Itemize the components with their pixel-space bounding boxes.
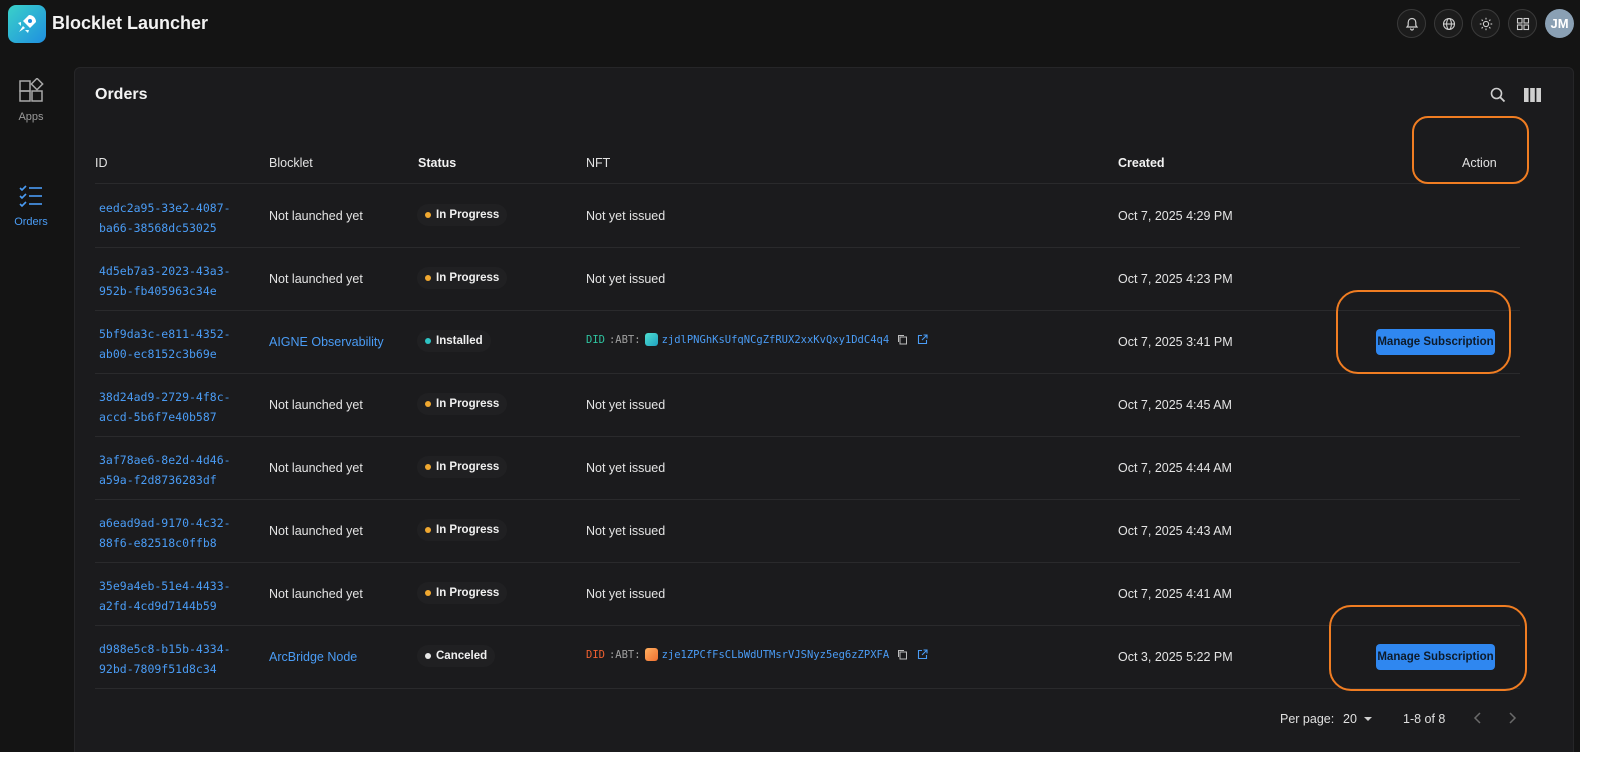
status-dot-icon xyxy=(425,653,431,659)
status-dot-icon xyxy=(425,401,431,407)
created-date: Oct 7, 2025 4:23 PM xyxy=(1118,272,1233,286)
nft-value: Not yet issued xyxy=(586,461,666,475)
order-id-link[interactable]: 4d5eb7a3-2023-43a3- 952b-fb405963c34e xyxy=(99,261,231,301)
theme-toggle-icon[interactable] xyxy=(1471,9,1500,38)
nft-value: Not yet issued xyxy=(586,524,666,538)
sidebar-item-orders[interactable]: Orders xyxy=(0,183,62,228)
created-date: Oct 7, 2025 4:41 AM xyxy=(1118,587,1232,601)
status-badge: In Progress xyxy=(417,456,508,478)
created-date: Oct 3, 2025 5:22 PM xyxy=(1118,650,1233,664)
top-actions: JM xyxy=(1397,9,1574,38)
external-link-icon[interactable] xyxy=(917,333,929,346)
search-icon[interactable] xyxy=(1487,84,1509,106)
chevron-left-icon[interactable] xyxy=(1473,711,1483,728)
blocklet-name: Not launched yet xyxy=(269,398,363,412)
table-row: 5bf9da3c-e811-4352- ab00-ec8152c3b69e AIG… xyxy=(95,311,1520,374)
status-badge: In Progress xyxy=(417,204,508,226)
table-row: 3af78ae6-8e2d-4d46- a59a-f2d8736283df Not… xyxy=(95,437,1520,500)
table-row: a6ead9ad-9170-4c32- 88f6-e82518c0ffb8 Not… xyxy=(95,500,1520,563)
external-link-icon[interactable] xyxy=(917,648,929,661)
status-dot-icon xyxy=(425,338,431,344)
per-page-select[interactable]: 20 xyxy=(1343,712,1373,726)
columns-icon[interactable] xyxy=(1521,84,1543,106)
column-header-status[interactable]: Status xyxy=(418,156,456,170)
chevron-right-icon[interactable] xyxy=(1507,711,1517,728)
order-id-link[interactable]: 38d24ad9-2729-4f8c-accd-5b6f7e40b587 xyxy=(99,387,231,427)
blocklet-link[interactable]: AIGNE Observability xyxy=(269,335,384,349)
created-date: Oct 7, 2025 4:43 AM xyxy=(1118,524,1232,538)
status-badge: Installed xyxy=(417,330,491,352)
page-range: 1-8 of 8 xyxy=(1403,712,1446,726)
table-row: d988e5c8-b15b-4334- 92bd-7809f51d8c34 Arc… xyxy=(95,626,1520,689)
checklist-icon xyxy=(0,183,62,212)
copy-icon[interactable] xyxy=(897,649,909,661)
status-badge: Canceled xyxy=(417,645,496,667)
apps-icon xyxy=(0,77,62,107)
status-badge: In Progress xyxy=(417,393,508,415)
column-header-nft[interactable]: NFT xyxy=(586,156,610,170)
page-title: Orders xyxy=(95,86,148,103)
status-badge: In Progress xyxy=(417,267,508,289)
status-dot-icon xyxy=(425,212,431,218)
table-row: 35e9a4eb-51e4-4433- a2fd-4cd9d7144b59 Not… xyxy=(95,563,1520,626)
order-id-link[interactable]: eedc2a95-33e2-4087- ba66-38568dc53025 xyxy=(99,198,231,238)
created-date: Oct 7, 2025 4:44 AM xyxy=(1118,461,1232,475)
did-avatar-icon xyxy=(644,648,658,661)
copy-icon[interactable] xyxy=(897,334,909,346)
blocklet-name: Not launched yet xyxy=(269,587,363,601)
did-address-link[interactable]: zjdlPNGhKsUfqNCgZfRUX2xxKvQxy1DdC4q4 xyxy=(662,334,890,346)
highlight-ring-manage-1 xyxy=(1336,290,1511,374)
per-page-label: Per page: xyxy=(1280,712,1335,726)
order-id-link[interactable]: d988e5c8-b15b-4334- 92bd-7809f51d8c34 xyxy=(99,639,231,679)
did-address-link[interactable]: zje1ZPCfFsCLbWdUTMsrVJSNyz5eg6zZPXFA xyxy=(662,649,890,661)
status-dot-icon xyxy=(425,464,431,470)
nft-value: Not yet issued xyxy=(586,398,666,412)
top-bar: Blocklet Launcher JM xyxy=(0,0,1580,48)
status-dot-icon xyxy=(425,590,431,596)
nft-did: DID:ABT: zjdlPNGhKsUfqNCgZfRUX2xxKvQxy1D… xyxy=(586,333,929,346)
created-date: Oct 7, 2025 3:41 PM xyxy=(1118,335,1233,349)
blocklet-name: Not launched yet xyxy=(269,524,363,538)
nft-value: Not yet issued xyxy=(586,209,666,223)
bell-icon[interactable] xyxy=(1397,9,1426,38)
table-header: ID Blocklet Status NFT Created Action xyxy=(95,144,1520,184)
table-row: 4d5eb7a3-2023-43a3- 952b-fb405963c34e Not… xyxy=(95,248,1520,311)
table-row: 38d24ad9-2729-4f8c-accd-5b6f7e40b587 Not… xyxy=(95,374,1520,437)
status-dot-icon xyxy=(425,275,431,281)
created-date: Oct 7, 2025 4:29 PM xyxy=(1118,209,1233,223)
sidebar-item-apps[interactable]: Apps xyxy=(0,77,62,123)
nft-value: Not yet issued xyxy=(586,272,666,286)
status-badge: In Progress xyxy=(417,582,508,604)
highlight-ring-action-header xyxy=(1412,116,1529,184)
order-id-link[interactable]: 35e9a4eb-51e4-4433- a2fd-4cd9d7144b59 xyxy=(99,576,231,616)
table-row: eedc2a95-33e2-4087- ba66-38568dc53025 Not… xyxy=(95,185,1520,248)
column-header-blocklet[interactable]: Blocklet xyxy=(269,156,313,170)
chevron-down-icon xyxy=(1363,717,1372,721)
blocklet-link[interactable]: ArcBridge Node xyxy=(269,650,357,664)
blocklet-name: Not launched yet xyxy=(269,461,363,475)
order-id-link[interactable]: a6ead9ad-9170-4c32- 88f6-e82518c0ffb8 xyxy=(99,513,231,553)
user-avatar[interactable]: JM xyxy=(1545,9,1574,38)
nft-did: DID:ABT: zje1ZPCfFsCLbWdUTMsrVJSNyz5eg6z… xyxy=(586,648,929,661)
panel-toolbar xyxy=(1487,84,1543,106)
column-header-id[interactable]: ID xyxy=(95,156,108,170)
order-id-link[interactable]: 5bf9da3c-e811-4352- ab00-ec8152c3b69e xyxy=(99,324,231,364)
blocklet-name: Not launched yet xyxy=(269,209,363,223)
app-window: Blocklet Launcher JM Apps Orders Orders … xyxy=(0,0,1580,752)
column-header-created[interactable]: Created xyxy=(1118,156,1165,170)
status-dot-icon xyxy=(425,527,431,533)
did-avatar-icon xyxy=(644,333,658,346)
blocklet-name: Not launched yet xyxy=(269,272,363,286)
order-id-link[interactable]: 3af78ae6-8e2d-4d46- a59a-f2d8736283df xyxy=(99,450,231,490)
apps-grid-icon[interactable] xyxy=(1508,9,1537,38)
highlight-ring-manage-2 xyxy=(1329,605,1527,691)
app-title[interactable]: Blocklet Launcher xyxy=(52,13,208,34)
nft-value: Not yet issued xyxy=(586,587,666,601)
sidebar-item-label: Apps xyxy=(18,111,44,123)
created-date: Oct 7, 2025 4:45 AM xyxy=(1118,398,1232,412)
status-badge: In Progress xyxy=(417,519,508,541)
sidebar-item-label: Orders xyxy=(14,216,48,228)
globe-icon[interactable] xyxy=(1434,9,1463,38)
rocket-logo-icon[interactable] xyxy=(8,5,46,43)
